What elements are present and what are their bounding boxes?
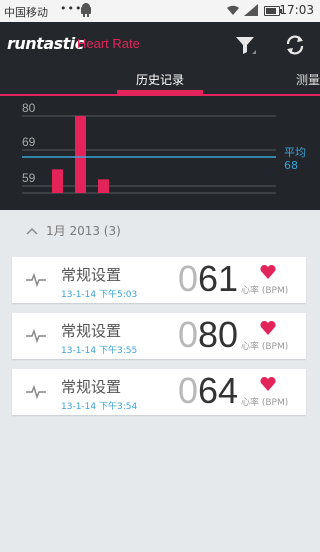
chart-bar	[75, 116, 86, 193]
pulse-icon	[26, 328, 46, 348]
measurement-date: 13-1-14 下午5:03	[61, 290, 138, 300]
tab-history[interactable]: 历史记录	[136, 71, 184, 88]
y-tick-label: 59	[22, 171, 36, 185]
chart-bar	[98, 179, 109, 193]
heart-rate-unit: 心率 (BPM)	[241, 342, 289, 352]
measurement-card[interactable]: 常规设置 13-1-14 下午3:55 080 心率 (BPM)	[12, 313, 306, 359]
tab-measure[interactable]: 测量	[296, 71, 320, 88]
heart-rate-value: 080	[178, 314, 239, 355]
month-label: 1月 2013 (3)	[46, 224, 121, 238]
battery-icon	[264, 6, 282, 16]
signal-icon	[244, 4, 258, 19]
app-title: Heart Rate	[77, 36, 140, 51]
heart-icon	[260, 320, 276, 339]
pulse-icon	[26, 272, 46, 292]
chevron-up-icon	[26, 224, 38, 238]
heart-rate-unit: 心率 (BPM)	[241, 286, 289, 296]
heart-icon	[260, 264, 276, 283]
measurement-date: 13-1-14 下午3:54	[61, 402, 138, 412]
average-value: 68	[284, 159, 298, 172]
refresh-icon	[286, 35, 304, 55]
y-tick-label: 69	[22, 135, 36, 149]
heart-rate-unit: 心率 (BPM)	[241, 398, 289, 408]
sync-button[interactable]	[282, 32, 308, 58]
tab-bar: 历史记录 测量	[0, 66, 320, 96]
chart-bar	[52, 169, 63, 193]
y-tick-label: 80	[22, 101, 36, 115]
heart-rate-value: 061	[178, 258, 239, 299]
heart-icon	[260, 376, 276, 395]
status-bar: 中国移动 ••• 17:03	[0, 0, 320, 22]
carrier-name: 中国移动	[4, 6, 48, 19]
tab-selected-indicator	[117, 90, 203, 94]
measurement-name: 常规设置	[61, 322, 122, 340]
measurement-name: 常规设置	[61, 266, 122, 284]
android-icon	[80, 3, 92, 20]
measurement-card[interactable]: 常规设置 13-1-14 下午3:54 064 心率 (BPM)	[12, 369, 306, 415]
wifi-icon	[226, 4, 240, 19]
measurement-card[interactable]: 常规设置 13-1-14 下午5:03 061 心率 (BPM)	[12, 257, 306, 303]
app-bar: runtastic Heart Rate	[0, 22, 320, 66]
runtastic-logo: runtastic	[7, 34, 84, 53]
measurement-date: 13-1-14 下午3:55	[61, 346, 138, 356]
heart-rate-value: 064	[178, 370, 239, 411]
clock-time: 17:03	[279, 3, 314, 17]
measurement-name: 常规设置	[61, 378, 122, 396]
average-label: 平均	[284, 146, 306, 159]
pulse-icon	[26, 384, 46, 404]
filter-icon	[236, 37, 256, 54]
filter-button[interactable]	[232, 32, 258, 58]
chart-svg: 80 69 59 平均68	[22, 101, 306, 194]
heart-rate-chart: 80 69 59 平均 68	[0, 96, 320, 210]
